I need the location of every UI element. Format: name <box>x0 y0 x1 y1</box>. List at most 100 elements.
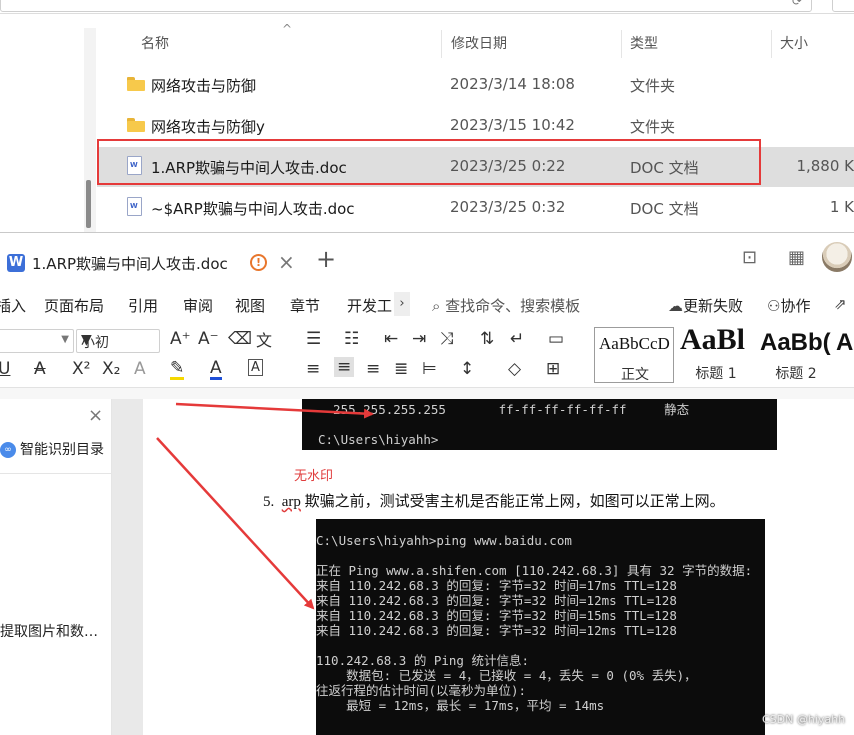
superscript-icon[interactable]: X² <box>72 359 90 379</box>
decrease-indent-icon[interactable]: ⇤ <box>384 329 398 349</box>
style-label: 正文 <box>621 367 649 383</box>
style-heading-3[interactable]: A <box>836 327 854 383</box>
step-5-paragraph[interactable]: 5. arp 欺骗之前，测试受害主机是否能正常上网，如图可以正常上网。 <box>263 490 725 511</box>
column-header-name[interactable]: 名称 <box>141 33 169 53</box>
char-border-icon[interactable]: A <box>248 359 263 376</box>
align-left-icon[interactable]: ≡ <box>306 359 320 379</box>
highlight-icon[interactable]: ✎ <box>170 359 185 380</box>
align-center-icon[interactable]: ≡ <box>334 357 355 377</box>
step-arp-word: arp <box>281 494 301 510</box>
sort-icon[interactable]: ⇅ <box>480 329 494 349</box>
menu-developer[interactable]: 开发工 <box>347 295 392 316</box>
menu-section[interactable]: 章节 <box>290 295 320 316</box>
file-row[interactable]: 网络攻击与防御 2023/3/14 18:08 文件夹 <box>97 65 854 105</box>
console-line: 正在 Ping www.a.shifen.com [110.242.68.3] … <box>316 563 753 578</box>
extract-images-item[interactable]: 提取图片和数… <box>0 621 98 641</box>
menu-page-layout[interactable]: 页面布局 <box>44 295 104 316</box>
close-icon[interactable]: × <box>88 405 103 426</box>
line-spacing-icon[interactable]: ↕ <box>460 359 474 379</box>
font-color-icon[interactable]: A <box>210 359 222 380</box>
document-tab[interactable]: W 1.ARP欺骗与中间人攻击.doc ! × <box>0 243 302 287</box>
menu-view[interactable]: 视图 <box>235 295 265 316</box>
clear-format-icon[interactable]: ⌫ <box>228 329 252 349</box>
apps-grid-icon[interactable]: ▦ <box>788 247 805 268</box>
style-heading-1[interactable]: AaBl 标题 1 <box>676 323 756 383</box>
justify-icon[interactable]: ≣ <box>394 359 408 379</box>
update-status-button[interactable]: ☁更新失败 <box>668 295 743 316</box>
menu-references[interactable]: 引用 <box>128 295 158 316</box>
menu-review[interactable]: 审阅 <box>183 295 213 316</box>
column-header-modified[interactable]: 修改日期 <box>451 33 507 53</box>
refresh-icon[interactable]: ⟳ <box>792 0 802 8</box>
column-header-size[interactable]: 大小 <box>780 33 808 53</box>
console-line: 来自 110.242.68.3 的回复: 字节=32 时间=12ms TTL=1… <box>316 623 677 638</box>
grow-font-icon[interactable]: A⁺ <box>170 329 191 349</box>
font-size-select[interactable]: 小初 ▼ <box>76 329 160 353</box>
console-line: 来自 110.242.68.3 的回复: 字节=32 时间=15ms TTL=1… <box>316 608 677 623</box>
smart-toc-button[interactable]: ∞ 智能识别目录 <box>0 439 104 459</box>
search-icon: ⌕ <box>432 297 446 315</box>
update-status-label: 更新失败 <box>683 297 744 315</box>
increase-indent-icon[interactable]: ⇥ <box>412 329 426 349</box>
new-tab-icon[interactable]: + <box>316 245 336 273</box>
align-right-icon[interactable]: ≡ <box>366 359 380 379</box>
menu-insert[interactable]: 插入 <box>0 295 26 316</box>
style-heading-2[interactable]: AaBb( 标题 2 <box>756 327 836 383</box>
warning-icon[interactable]: ! <box>250 254 267 271</box>
chinese-layout-icon[interactable]: ⤨ <box>440 329 454 349</box>
cloud-error-icon: ☁ <box>668 297 683 315</box>
file-row[interactable]: W ~$ARP欺骗与中间人攻击.doc 2023/3/25 0:32 DOC 文… <box>97 188 854 228</box>
document-tab-title: 1.ARP欺骗与中间人攻击.doc <box>32 255 228 273</box>
share-icon[interactable]: ⇗ <box>834 295 847 313</box>
command-search-label: 查找命令、搜索模板 <box>445 297 581 315</box>
step-number: 5. <box>263 494 275 510</box>
close-tab-icon[interactable]: × <box>278 250 295 274</box>
borders-icon[interactable]: ⊞ <box>546 359 560 379</box>
address-input[interactable] <box>0 0 812 12</box>
user-avatar[interactable] <box>822 242 852 272</box>
column-divider[interactable] <box>441 30 442 58</box>
step-text: 欺骗之前，测试受害主机是否能正常上网，如图可以正常上网。 <box>300 494 725 510</box>
file-name: 网络攻击与防御 <box>151 77 257 95</box>
phonetic-guide-icon[interactable]: 文 <box>256 327 272 351</box>
console-screenshot-ping: C:\Users\hiyahh>ping www.baidu.com 正在 Pi… <box>316 519 765 735</box>
menu-more-chevron-icon[interactable]: › <box>394 292 410 316</box>
address-bar[interactable]: ⟳ <box>0 0 854 14</box>
file-type: 文件夹 <box>630 118 676 136</box>
shading-icon[interactable]: ◇ <box>508 359 521 379</box>
console-line: 来自 110.242.68.3 的回复: 字节=32 时间=12ms TTL=1… <box>316 593 677 608</box>
column-header-type[interactable]: 类型 <box>630 33 658 53</box>
numbered-list-icon[interactable]: ☷ <box>344 329 359 349</box>
window-layout-icon[interactable]: ⊡ <box>742 247 757 268</box>
console-line: C:\Users\hiyahh> <box>318 432 439 447</box>
console-line: 110.242.68.3 的 Ping 统计信息: <box>316 653 530 668</box>
tab-ruler-icon[interactable]: ▭ <box>548 329 564 349</box>
subscript-icon[interactable]: X₂ <box>102 359 120 379</box>
style-label: 标题 1 <box>695 366 737 382</box>
search-box[interactable] <box>832 0 854 12</box>
navigation-sidepane: × ∞ 智能识别目录 提取图片和数… <box>0 399 112 735</box>
show-marks-icon[interactable]: ↵ <box>510 329 524 349</box>
column-divider[interactable] <box>621 30 622 58</box>
wps-writer-icon: W <box>7 254 25 272</box>
style-normal[interactable]: AaBbCcD 正文 <box>594 327 674 383</box>
collaborate-button[interactable]: ⚇协作 <box>767 295 810 316</box>
font-name-select[interactable]: ▼ <box>0 329 74 353</box>
command-search[interactable]: ⌕ 查找命令、搜索模板 <box>432 295 580 316</box>
file-modified: 2023/3/25 0:32 <box>450 198 566 216</box>
file-size: 1,880 K <box>796 157 854 175</box>
file-size: 1 K <box>829 198 854 216</box>
strikethrough-icon[interactable]: A <box>34 359 46 379</box>
column-divider[interactable] <box>771 30 772 58</box>
ribbon-divider <box>0 387 854 399</box>
underline-icon[interactable]: U <box>0 359 10 379</box>
shrink-font-icon[interactable]: A⁻ <box>198 329 219 349</box>
chevron-down-icon: ▼ <box>61 334 69 345</box>
divider <box>0 473 112 474</box>
bullet-list-icon[interactable]: ☰ <box>306 329 321 349</box>
text-effect-icon[interactable]: A <box>134 359 146 379</box>
distributed-align-icon[interactable]: ⊨ <box>422 359 437 379</box>
file-name: 网络攻击与防御y <box>151 118 265 136</box>
scrollbar-thumb[interactable] <box>86 180 91 228</box>
